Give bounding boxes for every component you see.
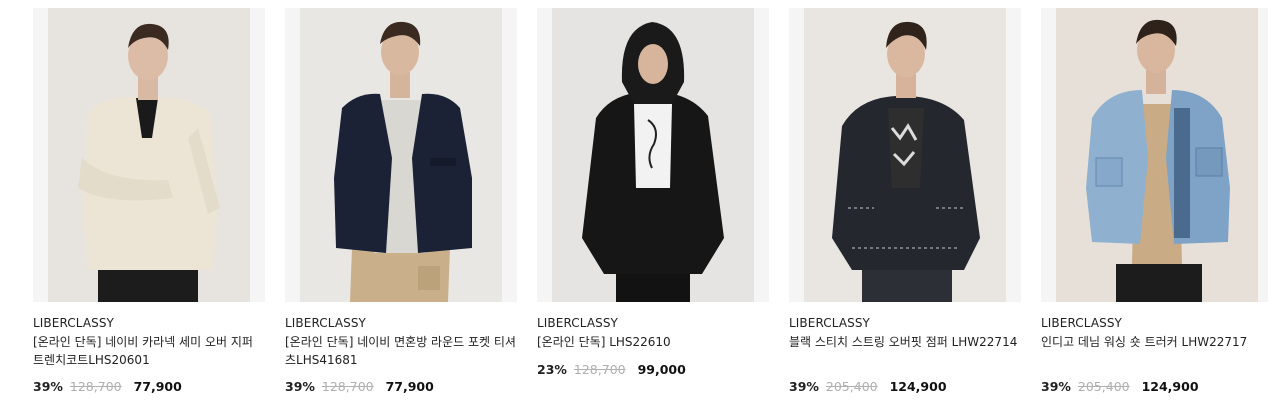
sale-price: 77,900 — [385, 379, 434, 394]
product-name[interactable]: [온라인 단독] 네이비 카라넥 세미 오버 지퍼 트렌치코트LHS20601 — [33, 333, 265, 369]
product-list: LIBERCLASSY [온라인 단독] 네이비 카라넥 세미 오버 지퍼 트렌… — [33, 8, 1268, 396]
original-price: 205,400 — [1077, 379, 1130, 394]
product-card[interactable]: LIBERCLASSY 블랙 스티치 스트링 오버핏 점퍼 LHW22714 3… — [789, 8, 1021, 396]
original-price: 205,400 — [825, 379, 878, 394]
product-name[interactable]: 인디고 데님 워싱 숏 트러커 LHW22717 — [1041, 333, 1268, 369]
product-image[interactable] — [1041, 8, 1268, 302]
product-card[interactable]: LIBERCLASSY 인디고 데님 워싱 숏 트러커 LHW22717 39%… — [1041, 8, 1268, 396]
discount-rate: 39% — [33, 379, 63, 394]
product-brand: LIBERCLASSY — [285, 316, 366, 330]
sale-price: 77,900 — [133, 379, 182, 394]
product-brand: LIBERCLASSY — [1041, 316, 1122, 330]
discount-rate: 39% — [285, 379, 315, 394]
product-image[interactable] — [537, 8, 769, 302]
product-name[interactable]: [온라인 단독] 네이비 면혼방 라운드 포켓 티셔츠LHS41681 — [285, 333, 517, 369]
sale-price: 99,000 — [637, 362, 686, 377]
sale-price: 124,900 — [889, 379, 947, 394]
discount-rate: 23% — [537, 362, 567, 377]
original-price: 128,700 — [321, 379, 374, 394]
product-card[interactable]: LIBERCLASSY [온라인 단독] 네이비 카라넥 세미 오버 지퍼 트렌… — [33, 8, 265, 396]
product-card[interactable]: LIBERCLASSY [온라인 단독] LHS22610 23% 128,70… — [537, 8, 769, 396]
price-row: 39% 128,700 77,900 — [33, 378, 265, 396]
sale-price: 124,900 — [1141, 379, 1199, 394]
price-row: 23% 128,700 99,000 — [537, 361, 769, 379]
product-card[interactable]: LIBERCLASSY [온라인 단독] 네이비 면혼방 라운드 포켓 티셔츠L… — [285, 8, 517, 396]
discount-rate: 39% — [789, 379, 819, 394]
product-image[interactable] — [285, 8, 517, 302]
product-brand: LIBERCLASSY — [537, 316, 618, 330]
price-row: 39% 205,400 124,900 — [789, 378, 1021, 396]
product-brand: LIBERCLASSY — [33, 316, 114, 330]
discount-rate: 39% — [1041, 379, 1071, 394]
product-image[interactable] — [33, 8, 265, 302]
product-image[interactable] — [789, 8, 1021, 302]
price-row: 39% 205,400 124,900 — [1041, 378, 1268, 396]
price-row: 39% 128,700 77,900 — [285, 378, 517, 396]
original-price: 128,700 — [69, 379, 122, 394]
original-price: 128,700 — [573, 362, 626, 377]
product-name[interactable]: 블랙 스티치 스트링 오버핏 점퍼 LHW22714 — [789, 333, 1021, 369]
product-brand: LIBERCLASSY — [789, 316, 870, 330]
